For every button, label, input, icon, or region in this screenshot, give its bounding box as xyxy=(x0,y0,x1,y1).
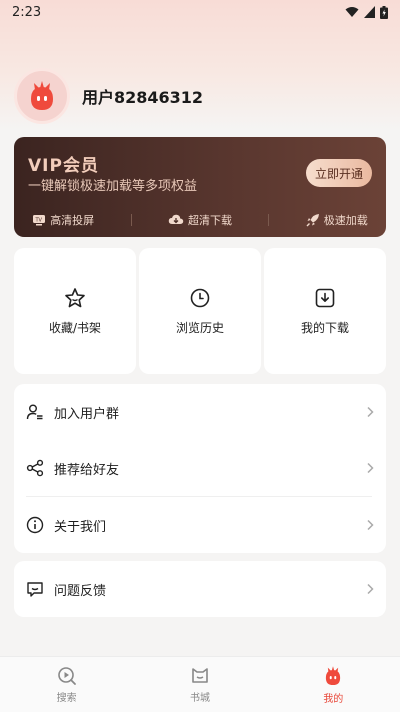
vip-benefit-label: 高清投屏 xyxy=(50,214,95,227)
quick-action-label: 我的下载 xyxy=(300,320,349,335)
cloud-download-icon xyxy=(168,214,184,224)
svg-text:TV: TV xyxy=(35,218,43,224)
user-group-icon xyxy=(26,404,43,420)
vip-title: VIP会员 xyxy=(28,156,99,176)
quick-action-history[interactable]: 浏览历史 xyxy=(139,248,261,374)
status-bar: 2:23 xyxy=(0,0,400,24)
tab-mine[interactable]: 我的 xyxy=(267,657,400,712)
vip-benefits: TV 高清投屏 超清下载 极速加载 xyxy=(14,203,386,237)
vip-benefit-hd-cast: TV 高清投屏 xyxy=(32,212,94,228)
menu-item-about[interactable]: 关于我们 xyxy=(14,497,386,553)
signal-icon xyxy=(364,6,375,18)
bottom-tab-bar: 搜索 书城 我的 xyxy=(0,656,400,712)
status-icons xyxy=(345,5,388,19)
vip-banner[interactable]: VIP会员 一键解锁极速加载等多项权益 立即开通 TV 高清投屏 超清下载 极速… xyxy=(14,137,386,237)
status-time: 2:23 xyxy=(12,4,42,20)
tab-label: 搜索 xyxy=(56,692,77,704)
tab-bookstore[interactable]: 书城 xyxy=(133,657,266,712)
divider xyxy=(268,214,270,226)
menu-item-recommend[interactable]: 推荐给好友 xyxy=(14,440,386,496)
menu-item-label: 关于我们 xyxy=(54,519,107,535)
chevron-right-icon xyxy=(367,519,374,531)
play-search-icon xyxy=(57,666,76,685)
tab-label: 书城 xyxy=(189,692,210,704)
vip-subscribe-button[interactable]: 立即开通 xyxy=(306,159,372,187)
vip-benefit-hd-download: 超清下载 xyxy=(168,212,232,228)
feedback-icon xyxy=(27,582,43,597)
quick-action-label: 收藏/书架 xyxy=(48,320,102,335)
vip-benefit-fast-load: 极速加载 xyxy=(306,212,368,228)
feedback-card: 问题反馈 xyxy=(14,561,386,617)
quick-action-downloads[interactable]: 我的下载 xyxy=(264,248,386,374)
menu-item-feedback[interactable]: 问题反馈 xyxy=(14,561,386,617)
profile-header[interactable]: 用户82846312 xyxy=(14,68,203,124)
clock-icon xyxy=(190,288,210,307)
menu-item-join-group[interactable]: 加入用户群 xyxy=(14,384,386,440)
vip-description: 一键解锁极速加载等多项权益 xyxy=(28,179,198,194)
wifi-icon xyxy=(345,7,359,17)
battery-icon xyxy=(380,5,388,19)
divider xyxy=(130,214,132,226)
quick-action-favorites[interactable]: 收藏/书架 xyxy=(14,248,136,374)
chevron-right-icon xyxy=(367,583,374,595)
avatar[interactable] xyxy=(14,68,70,124)
chevron-right-icon xyxy=(367,462,374,474)
vip-benefit-label: 极速加载 xyxy=(323,214,368,227)
username: 用户82846312 xyxy=(82,88,204,107)
vip-benefit-label: 超清下载 xyxy=(187,214,232,227)
menu-list: 加入用户群 推荐给好友 关于我们 xyxy=(14,384,386,553)
mascot-icon xyxy=(326,665,341,685)
tab-label: 我的 xyxy=(323,693,344,705)
chevron-right-icon xyxy=(367,406,374,418)
quick-actions: 收藏/书架 浏览历史 我的下载 xyxy=(14,248,386,374)
menu-item-label: 加入用户群 xyxy=(54,406,120,422)
menu-item-label: 问题反馈 xyxy=(54,583,107,599)
bookstore-icon xyxy=(192,667,208,683)
download-icon xyxy=(315,288,335,307)
star-icon xyxy=(65,287,85,307)
tv-icon: TV xyxy=(33,215,46,226)
rocket-icon xyxy=(306,214,319,227)
info-icon xyxy=(26,516,44,534)
tab-search[interactable]: 搜索 xyxy=(0,657,133,712)
share-icon xyxy=(26,459,44,477)
menu-item-label: 推荐给好友 xyxy=(54,462,120,478)
mascot-icon xyxy=(31,81,53,110)
quick-action-label: 浏览历史 xyxy=(175,320,224,335)
